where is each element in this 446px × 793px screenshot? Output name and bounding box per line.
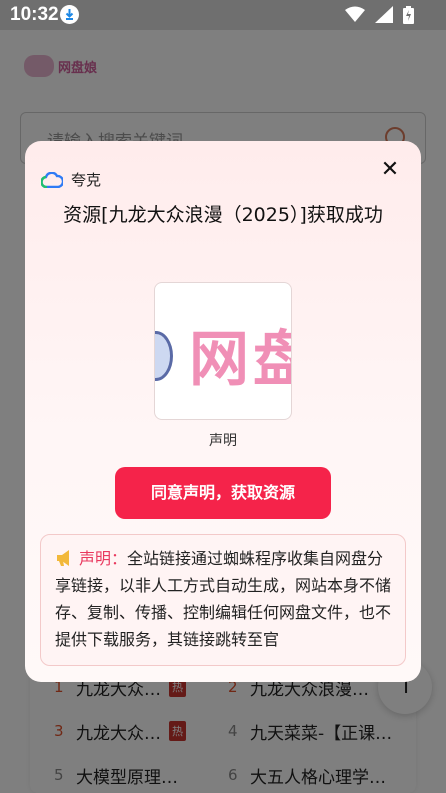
dialog-title: 资源[九龙大众浪漫（2025）]获取成功 (63, 204, 383, 226)
dialog-brand: 夸克 (41, 169, 101, 190)
agree-button[interactable]: 同意声明，获取资源 (115, 467, 331, 519)
resource-dialog: 夸克 ✕ 资源[九龙大众浪漫（2025）]获取成功 网盘 声明 同意声明，获取资… (25, 141, 421, 682)
thumbnail-text: 网盘 (189, 325, 291, 395)
brand-name: 夸克 (71, 171, 102, 189)
status-bar: 10:32 (0, 0, 446, 30)
disclaimer-notice: 声明：全站链接通过蜘蛛程序收集自网盘分享链接，以非人工方式自动生成，网站本身不储… (40, 534, 406, 666)
signal-icon (375, 6, 393, 23)
mascot-fragment (155, 331, 173, 381)
thumbnail-caption: 声明 (209, 433, 237, 449)
notice-label: 声明： (79, 549, 128, 568)
disclaimer-thumbnail[interactable]: 网盘 (154, 282, 292, 420)
close-icon[interactable]: ✕ (379, 159, 401, 181)
speaker-icon (57, 550, 69, 566)
quark-cloud-icon (41, 171, 63, 188)
status-time: 10:32 (10, 4, 59, 25)
download-icon (60, 5, 79, 24)
battery-icon (403, 6, 414, 24)
wifi-icon (345, 6, 365, 22)
